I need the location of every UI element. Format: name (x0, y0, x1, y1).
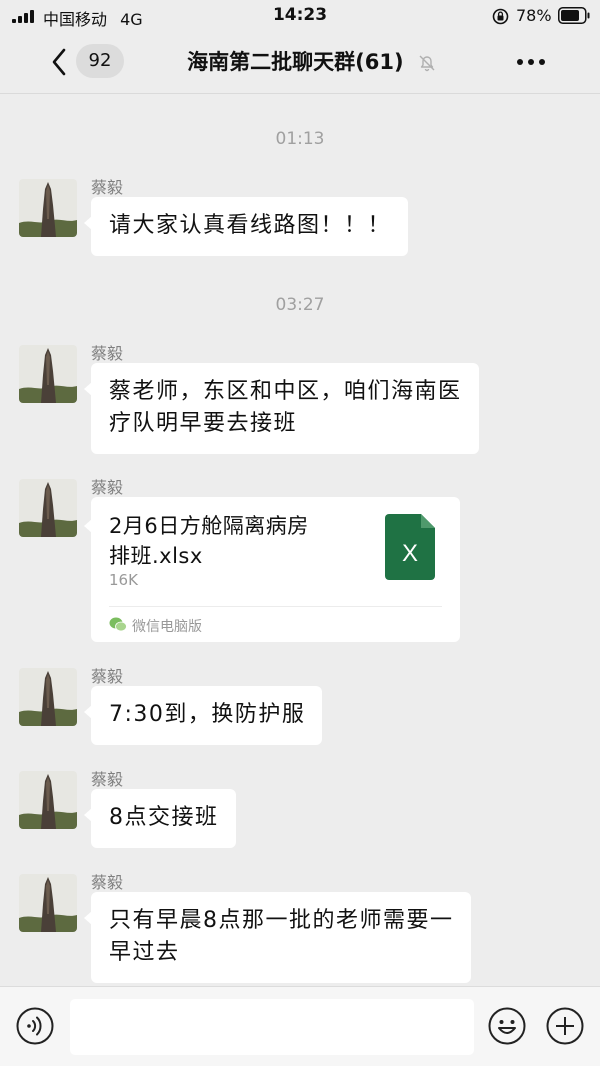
file-name: 2月6日方舱隔离病房 排班.xlsx (109, 511, 349, 571)
status-time: 14:23 (272, 5, 328, 25)
voice-icon[interactable] (16, 1007, 54, 1045)
rotation-lock-icon (492, 8, 509, 25)
message-bubble[interactable]: 7:30到，换防护服 (83, 686, 323, 745)
bell-off-icon (419, 55, 435, 72)
sender-name: 蔡毅 (91, 873, 124, 892)
battery-icon (558, 7, 590, 24)
ellipsis-icon[interactable] (516, 58, 546, 66)
timestamp: 01:13 (275, 129, 325, 149)
avatar[interactable] (19, 179, 77, 237)
message-text-line: 蔡老师，东区和中区，咱们海南医 (109, 379, 462, 404)
file-size: 16K (109, 571, 138, 589)
chat-input-bar (0, 986, 600, 1066)
timestamp: 03:27 (275, 295, 325, 315)
message-bubble[interactable]: 只有早晨8点那一批的老师需要一 早过去 (84, 892, 471, 983)
avatar[interactable] (19, 479, 77, 537)
emoji-icon[interactable] (488, 1007, 526, 1045)
sender-name: 蔡毅 (91, 344, 124, 363)
sender-name: 蔡毅 (91, 178, 124, 197)
file-name-line: 2月6日方舱隔离病房 (109, 514, 309, 538)
excel-file-letter: X (402, 540, 418, 567)
message-bubble[interactable]: 请大家认真看线路图！！！ (83, 197, 409, 256)
chat-title-wrap: 海南第二批聊天群(61) (0, 46, 600, 76)
excel-file-icon: X (385, 514, 435, 580)
message-text: 8点交接班 (109, 805, 219, 830)
battery-percent: 78% (516, 6, 552, 25)
message-bubble[interactable]: 8点交接班 (84, 789, 236, 848)
sender-name: 蔡毅 (91, 770, 124, 789)
wechat-icon (109, 617, 127, 632)
avatar[interactable] (19, 874, 77, 932)
sender-name: 蔡毅 (91, 667, 124, 686)
file-source-label: 微信电脑版 (132, 619, 202, 635)
chat-title: 海南第二批聊天群(61) (187, 50, 404, 74)
divider (109, 606, 442, 607)
sender-name: 蔡毅 (91, 478, 124, 497)
plus-icon[interactable] (546, 1007, 584, 1045)
message-text-line: 只有早晨8点那一批的老师需要一 (109, 908, 454, 933)
status-bar: 中国移动 4G 14:23 78% (0, 0, 600, 32)
message-text-line: 疗队明早要去接班 (109, 411, 298, 436)
file-name-line: 排班.xlsx (109, 544, 203, 568)
message-text: 请大家认真看线路图！！！ (109, 213, 392, 238)
avatar[interactable] (19, 345, 77, 403)
message-text: 7:30到，换防护服 (109, 702, 306, 727)
message-text-line: 早过去 (109, 940, 180, 965)
chat-header: 92 海南第二批聊天群(61) (0, 32, 600, 94)
avatar[interactable] (19, 771, 77, 829)
message-input[interactable] (70, 999, 474, 1055)
file-message-card[interactable]: 2月6日方舱隔离病房 排班.xlsx 16K X 微信电脑版 (84, 497, 460, 642)
chat-title-group[interactable]: 海南第二批聊天群(61) (187, 46, 437, 76)
avatar[interactable] (19, 668, 77, 726)
message-bubble[interactable]: 蔡老师，东区和中区，咱们海南医 疗队明早要去接班 (84, 363, 479, 454)
